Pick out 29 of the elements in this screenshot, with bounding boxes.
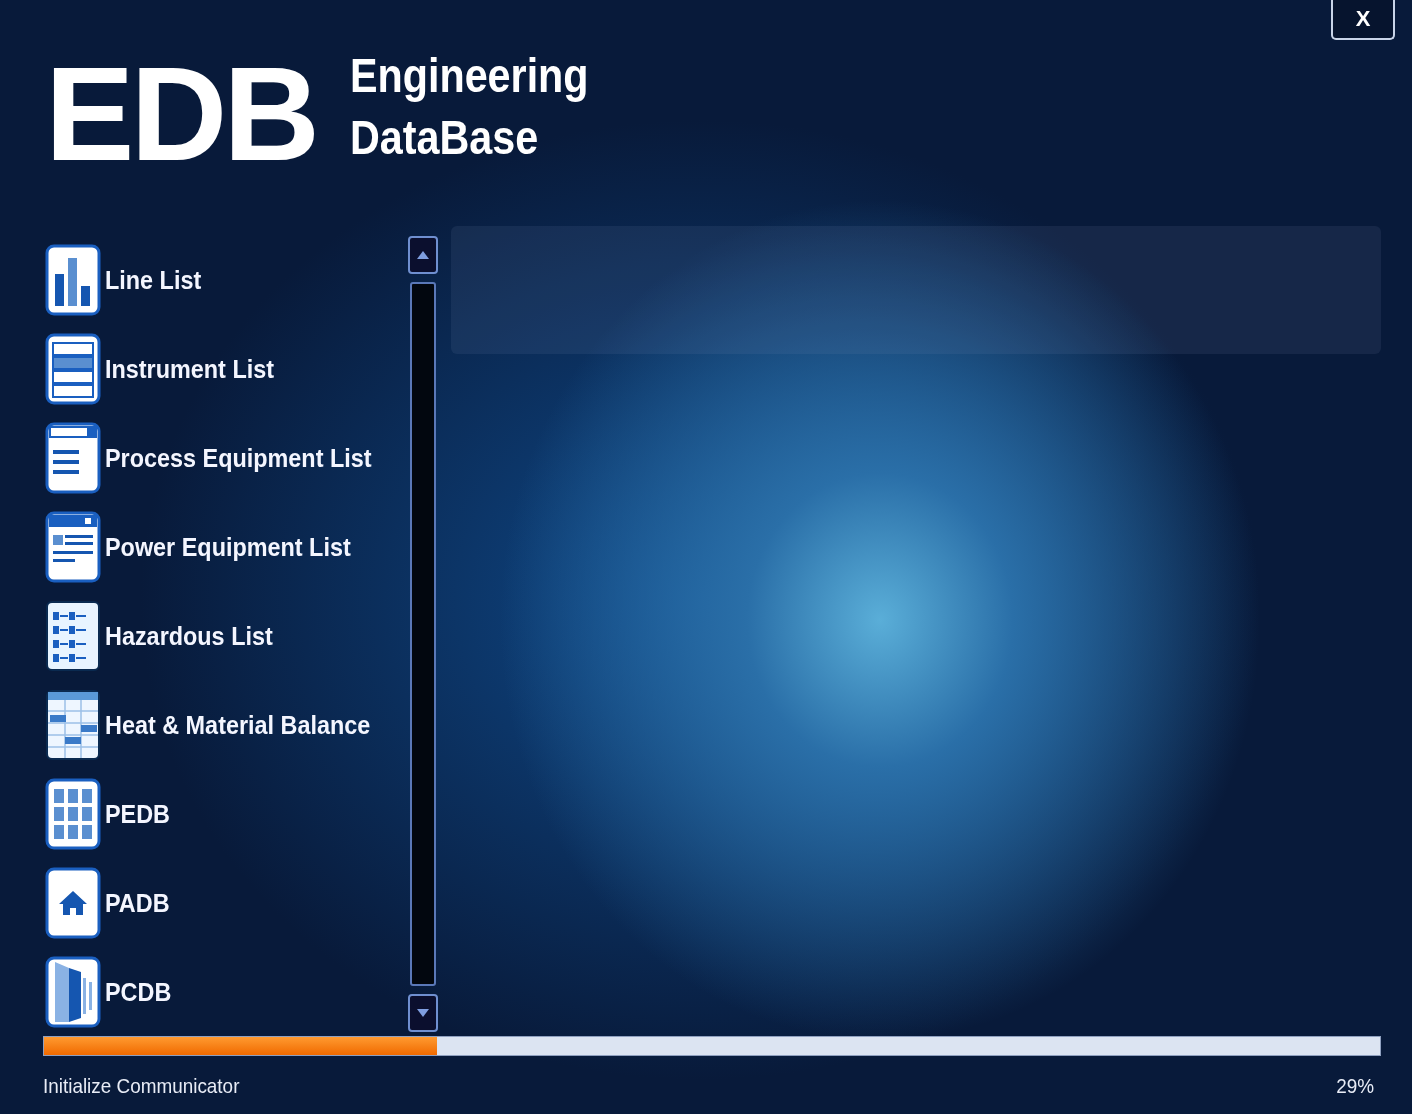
module-link[interactable]: Instrument List xyxy=(105,353,274,385)
door-icon[interactable] xyxy=(45,956,101,1028)
close-button[interactable]: X xyxy=(1331,0,1395,40)
status-text: Initialize Communicator xyxy=(43,1074,240,1098)
logo-mark: EDB xyxy=(45,47,316,181)
module-link[interactable]: Power Equipment List xyxy=(105,531,351,563)
grid-icon[interactable] xyxy=(45,778,101,850)
scroll-down-button[interactable] xyxy=(408,994,438,1032)
scrollbar-track[interactable] xyxy=(410,282,436,986)
bar-chart-icon[interactable] xyxy=(45,244,101,316)
form-icon[interactable] xyxy=(45,422,101,494)
logo-title: Engineering xyxy=(349,48,589,104)
module-link[interactable]: Hazardous List xyxy=(105,620,273,652)
table-icon[interactable] xyxy=(45,689,101,761)
module-link[interactable]: PADB xyxy=(105,887,170,919)
down-arrow-icon xyxy=(416,1008,430,1018)
grid-list-icon[interactable] xyxy=(45,600,101,672)
module-link[interactable]: Heat & Material Balance xyxy=(105,709,371,741)
scroll-up-button[interactable] xyxy=(408,236,438,274)
list-icon[interactable] xyxy=(45,333,101,405)
module-link[interactable]: PCDB xyxy=(105,976,172,1008)
progress-percent: 29% xyxy=(1336,1074,1374,1098)
module-link[interactable]: Process Equipment List xyxy=(105,442,372,474)
document-icon[interactable] xyxy=(45,511,101,583)
home-icon[interactable] xyxy=(45,867,101,939)
up-arrow-icon xyxy=(416,250,430,260)
module-link[interactable]: PEDB xyxy=(105,798,170,830)
logo-title: DataBase xyxy=(349,110,540,166)
module-link[interactable]: Line List xyxy=(105,264,202,296)
